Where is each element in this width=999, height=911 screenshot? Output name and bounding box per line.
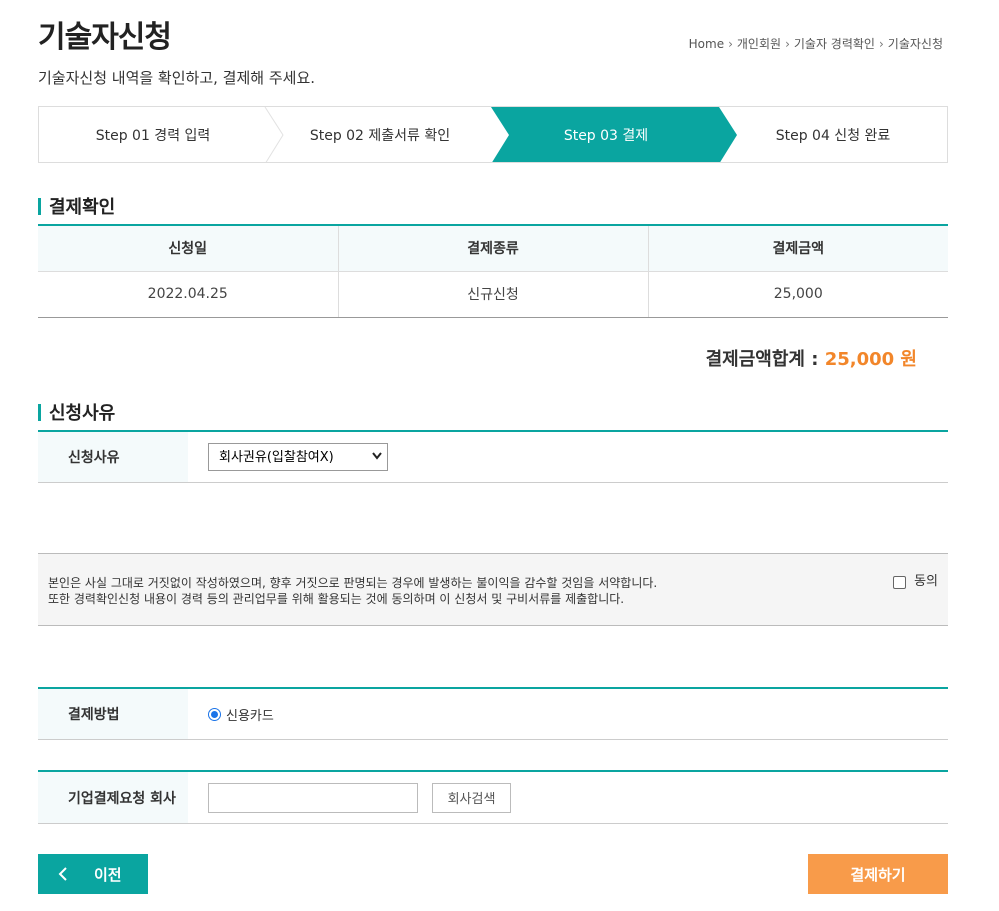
- payment-method-label: 결제방법: [38, 689, 188, 739]
- step-2-label: Step 02 제출서류 확인: [309, 127, 451, 144]
- agree-checkbox-group[interactable]: 동의: [893, 574, 938, 590]
- company-input[interactable]: [208, 782, 418, 813]
- chevron-right-icon: ›: [785, 36, 790, 51]
- breadcrumb-personal-member[interactable]: 개인회원: [737, 35, 781, 52]
- section-bar: [38, 403, 41, 421]
- column-header-amount: 결제금액: [648, 225, 948, 272]
- step-indicator: Step 01 경력 입력 Step 02 제출서류 확인 Step 03 결제…: [38, 106, 948, 163]
- breadcrumb-home[interactable]: Home: [689, 37, 724, 51]
- reason-row: 신청사유 회사권유(입찰참여X): [38, 430, 948, 483]
- payment-method-value: 신용카드: [188, 689, 948, 739]
- agree-checkbox[interactable]: [893, 575, 907, 589]
- breadcrumb-career-check[interactable]: 기술자 경력확인: [794, 35, 875, 52]
- reason-select-wrap: 회사권유(입찰참여X): [208, 443, 388, 471]
- payment-method-row: 결제방법 신용카드: [38, 687, 948, 740]
- page-title: 기술자신청: [38, 20, 172, 55]
- chevron-right-icon: ›: [728, 36, 733, 51]
- step-3-label: Step 03 결제: [563, 127, 649, 144]
- credit-card-radio[interactable]: [208, 707, 221, 721]
- column-header-date: 신청일: [38, 225, 339, 272]
- credit-card-label[interactable]: 신용카드: [226, 705, 274, 724]
- section-bar: [38, 197, 41, 215]
- chevron-left-icon: [58, 867, 67, 881]
- agreement-line-1: 본인은 사실 그대로 거짓없이 작성하였으며, 향후 거짓으로 판명되는 경우에…: [48, 576, 658, 590]
- column-header-type: 결제종류: [338, 225, 649, 272]
- payment-total: 결제금액합계 : 25,000 원: [706, 345, 917, 371]
- table-row: 2022.04.25 신규신청 25,000: [38, 271, 948, 318]
- pay-button[interactable]: 결제하기: [808, 854, 948, 894]
- chevron-right-icon: ›: [878, 36, 884, 51]
- cell-date: 2022.04.25: [38, 271, 339, 318]
- reason-value: 회사권유(입찰참여X): [188, 432, 948, 482]
- company-request-row: 기업결제요청 회사 회사검색: [38, 770, 948, 824]
- cell-type: 신규신청: [338, 271, 649, 318]
- reason-select[interactable]: 회사권유(입찰참여X): [208, 443, 388, 471]
- company-search-button[interactable]: 회사검색: [432, 782, 511, 813]
- breadcrumb-current: 기술자신청: [887, 37, 943, 51]
- prev-button[interactable]: 이전: [38, 854, 148, 894]
- total-amount: 25,000 원: [824, 349, 917, 370]
- step-4-label: Step 04 신청 완료: [775, 127, 891, 144]
- section-title-reason: 신청사유: [38, 399, 115, 425]
- section-title-text: 신청사유: [49, 403, 116, 424]
- section-title-payment-confirm: 결제확인: [38, 193, 115, 219]
- page-description: 기술자신청 내역을 확인하고, 결제해 주세요.: [38, 69, 316, 87]
- step-1-label: Step 01 경력 입력: [95, 127, 211, 144]
- reason-label: 신청사유: [38, 432, 188, 482]
- cell-amount: 25,000: [648, 271, 948, 318]
- company-request-value: 회사검색: [188, 772, 948, 823]
- total-label: 결제금액합계 :: [705, 349, 819, 370]
- agree-checkbox-label[interactable]: 동의: [914, 574, 938, 590]
- radio-dot: [211, 710, 218, 718]
- breadcrumb: Home › 개인회원 › 기술자 경력확인 › 기술자신청: [689, 35, 943, 52]
- table-header-row: 신청일 결제종류 결제금액: [38, 225, 948, 272]
- company-request-label: 기업결제요청 회사: [38, 772, 188, 823]
- payment-table: 신청일 결제종류 결제금액 2022.04.25 신규신청 25,000: [38, 224, 948, 318]
- prev-button-label: 이전: [94, 865, 122, 884]
- section-title-text: 결제확인: [49, 197, 116, 218]
- agreement-box: 본인은 사실 그대로 거짓없이 작성하였으며, 향후 거짓으로 판명되는 경우에…: [38, 553, 948, 626]
- agreement-line-2: 또한 경력확인신청 내용이 경력 등의 관리업무를 위해 활용되는 것에 동의하…: [48, 592, 625, 606]
